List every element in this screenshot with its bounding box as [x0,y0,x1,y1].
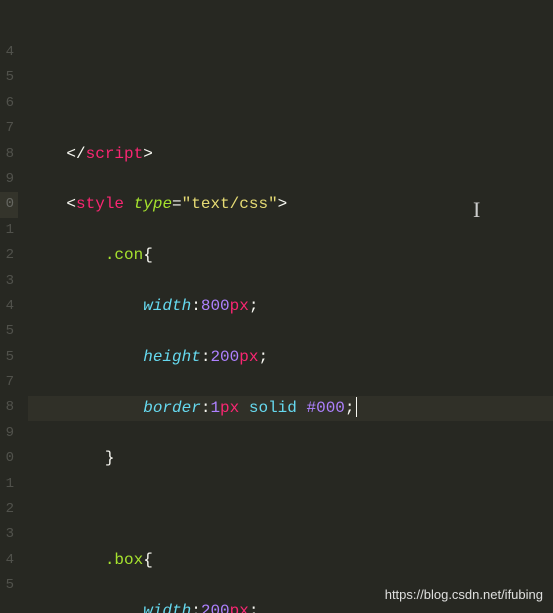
code-line [28,497,553,522]
code-line: <style type="text/css"> [28,192,553,217]
code-line: .con{ [28,243,553,268]
code-line: width:800px; [28,294,553,319]
line-number: 2 [0,243,18,268]
line-number: 0 [0,446,18,471]
line-number: 0 [0,192,18,217]
code-line: height:200px; [28,345,553,370]
code-line: } [28,446,553,471]
line-number: 6 [0,91,18,116]
line-number: 4 [0,294,18,319]
line-number: 1 [0,218,18,243]
line-number-gutter: 4567890123455789012345 [0,0,18,613]
code-area[interactable]: </script> <style type="text/css"> .con{ … [18,0,553,613]
line-number: 5 [0,65,18,90]
line-number: 3 [0,269,18,294]
line-number: 8 [0,395,18,420]
line-number: 4 [0,40,18,65]
line-number: 3 [0,522,18,547]
line-number: 8 [0,142,18,167]
line-number: 5 [0,345,18,370]
line-number: 7 [0,116,18,141]
line-number: 9 [0,167,18,192]
line-number: 7 [0,370,18,395]
line-number: 5 [0,573,18,598]
code-line-active: border:1px solid #000; [28,396,553,421]
code-line: .box{ [28,548,553,573]
line-number: 9 [0,421,18,446]
code-editor[interactable]: 4567890123455789012345 </script> <style … [0,0,553,613]
line-number: 2 [0,497,18,522]
text-cursor [356,397,357,417]
watermark-url: https://blog.csdn.net/ifubing [385,582,543,607]
code-line [28,91,553,116]
line-number: 1 [0,472,18,497]
line-number: 4 [0,548,18,573]
line-number: 5 [0,319,18,344]
code-line: </script> [28,142,553,167]
